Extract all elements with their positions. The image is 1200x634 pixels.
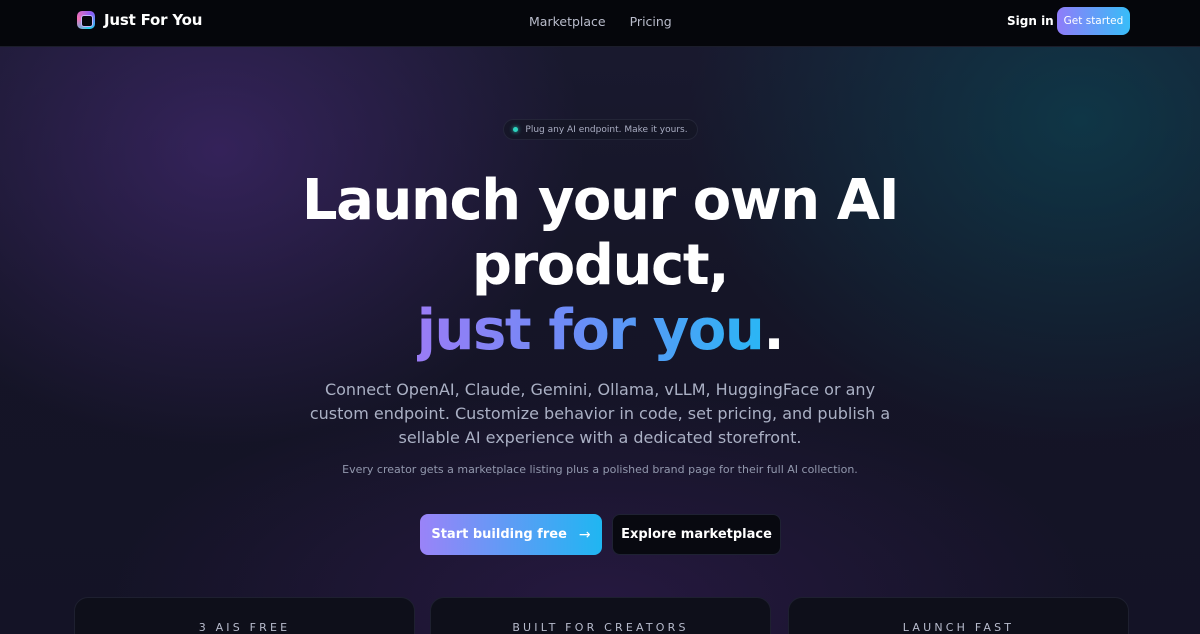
feature-card-label: LAUNCH FAST — [902, 621, 1015, 634]
feature-card-creators: BUILT FOR CREATORS — [430, 597, 771, 634]
arrow-right-icon: → — [578, 526, 591, 543]
nav-link-marketplace[interactable]: Marketplace — [529, 14, 606, 29]
feature-card-label: BUILT FOR CREATORS — [512, 621, 689, 634]
headline-gradient-text: just for you — [416, 298, 765, 363]
top-nav: Just For You Marketplace Pricing Sign in… — [0, 0, 1200, 47]
announcement-text: Plug any AI endpoint. Make it yours. — [525, 124, 688, 135]
hero-headline: Launch your own AI product, just for you… — [0, 168, 1200, 363]
nav-link-pricing[interactable]: Pricing — [630, 14, 672, 29]
headline-period: . — [763, 298, 784, 363]
explore-marketplace-button[interactable]: Explore marketplace — [612, 514, 781, 555]
status-dot-icon — [513, 127, 519, 132]
start-building-label: Start building free — [431, 527, 567, 542]
feature-card-label: 3 AIs FREE — [198, 621, 291, 634]
start-building-button[interactable]: Start building free → — [420, 514, 602, 555]
announcement-pill: Plug any AI endpoint. Make it yours. — [503, 119, 698, 140]
get-started-button[interactable]: Get started — [1057, 7, 1130, 35]
headline-line-1: Launch your own AI — [301, 168, 900, 233]
nav-links: Marketplace Pricing — [529, 14, 672, 29]
feature-card-launch: LAUNCH FAST — [788, 597, 1129, 634]
sign-in-link[interactable]: Sign in — [1007, 14, 1054, 28]
hero-description: Connect OpenAI, Claude, Gemini, Ollama, … — [309, 380, 891, 447]
headline-line-2: product, — [471, 233, 730, 298]
landing-page: Just For You Marketplace Pricing Sign in… — [0, 0, 1200, 634]
feature-card-free: 3 AIs FREE — [74, 597, 415, 634]
hero-subnote: Every creator gets a marketplace listing… — [342, 463, 858, 476]
brand-name: Just For You — [104, 11, 203, 29]
brand[interactable]: Just For You — [77, 11, 202, 29]
cube-logo-icon — [77, 11, 95, 29]
